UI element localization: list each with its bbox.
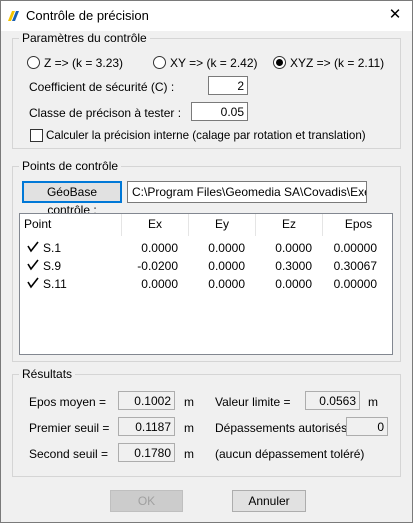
cell-ez: 0.0000 (275, 277, 312, 291)
valeur-limite-label: Valeur limite = (215, 395, 291, 409)
check-icon[interactable] (27, 241, 39, 253)
valeur-limite-unit: m (368, 395, 378, 409)
cell-epos: 0.30067 (333, 259, 377, 273)
close-icon: ✕ (388, 6, 402, 23)
epos-moyen-unit: m (184, 395, 194, 409)
cell-point: S.1 (43, 241, 62, 255)
premier-seuil-value: 0.1187 (118, 417, 175, 436)
cell-ey: 0.0000 (208, 259, 245, 273)
table-row[interactable]: S.9 -0.0200 0.0000 0.3000 0.30067 (20, 258, 392, 274)
cell-epos: 0.00000 (333, 241, 377, 255)
col-ez[interactable]: Ez (256, 214, 323, 236)
dialog-window: Contrôle de précision ✕ Paramètres du co… (0, 0, 413, 523)
depassements-label: Dépassements autorisés = (215, 421, 358, 435)
calc-label[interactable]: Calculer la précision interne (calage pa… (46, 129, 366, 142)
tolere-text: (aucun dépassement toléré) (215, 447, 365, 461)
radio-xyz-label[interactable]: XYZ => (k = 2.11) (290, 56, 384, 70)
cell-ez: 0.0000 (275, 241, 312, 255)
classe-label: Classe de précison à tester : (29, 106, 182, 120)
epos-moyen-value: 0.1002 (118, 391, 175, 410)
ok-button[interactable]: OK (110, 490, 183, 512)
radio-xyz[interactable] (273, 56, 286, 69)
listview-header: Point Ex Ey Ez Epos (20, 214, 392, 236)
cell-point: S.9 (43, 259, 62, 273)
app-icon (8, 11, 19, 21)
params-legend: Paramètres du contrôle (19, 31, 150, 45)
second-seuil-unit: m (184, 447, 194, 461)
col-ey[interactable]: Ey (189, 214, 256, 236)
col-ex[interactable]: Ex (122, 214, 189, 236)
close-button[interactable]: ✕ (378, 1, 412, 31)
col-epos[interactable]: Epos (323, 214, 392, 236)
second-seuil-label: Second seuil = (29, 447, 109, 461)
calc-checkbox[interactable] (30, 129, 43, 142)
points-legend: Points de contrôle (19, 159, 122, 173)
check-icon[interactable] (27, 259, 39, 271)
cell-epos: 0.00000 (333, 277, 377, 291)
radio-xy[interactable] (153, 56, 166, 69)
cancel-button[interactable]: Annuler (232, 490, 306, 512)
window-title: Contrôle de précision (26, 8, 149, 23)
radio-z-label[interactable]: Z => (k = 3.23) (44, 56, 123, 70)
coef-input[interactable]: 2 (208, 76, 248, 95)
valeur-limite-value: 0.0563 (305, 391, 360, 410)
second-seuil-value: 0.1780 (118, 443, 175, 462)
points-listview[interactable]: Point Ex Ey Ez Epos S.1 0.0000 0.0000 0.… (19, 213, 393, 355)
cell-ex: 0.0000 (141, 241, 178, 255)
cell-ex: -0.0200 (137, 259, 178, 273)
results-legend: Résultats (19, 367, 76, 381)
cell-ez: 0.3000 (275, 259, 312, 273)
cell-point: S.11 (43, 277, 67, 291)
classe-input[interactable]: 0.05 (191, 102, 248, 121)
radio-xy-label[interactable]: XY => (k = 2.42) (170, 56, 258, 70)
cell-ex: 0.0000 (141, 277, 178, 291)
coef-label: Coefficient de sécurité (C) : (29, 80, 175, 94)
cell-ey: 0.0000 (208, 277, 245, 291)
cell-ey: 0.0000 (208, 241, 245, 255)
table-row[interactable]: S.11 0.0000 0.0000 0.0000 0.00000 (20, 276, 392, 292)
title-bar[interactable]: Contrôle de précision ✕ (1, 1, 412, 31)
check-icon[interactable] (27, 277, 39, 289)
col-point[interactable]: Point (20, 214, 122, 236)
geobase-button[interactable]: GéoBase contrôle : (22, 181, 122, 217)
table-row[interactable]: S.1 0.0000 0.0000 0.0000 0.00000 (20, 240, 392, 256)
depassements-value: 0 (346, 417, 388, 436)
premier-seuil-unit: m (184, 421, 194, 435)
epos-moyen-label: Epos moyen = (29, 395, 107, 409)
premier-seuil-label: Premier seuil = (29, 421, 110, 435)
radio-z[interactable] (27, 56, 40, 69)
geobase-path[interactable]: C:\Program Files\Geomedia SA\Covadis\Exe… (127, 181, 367, 203)
